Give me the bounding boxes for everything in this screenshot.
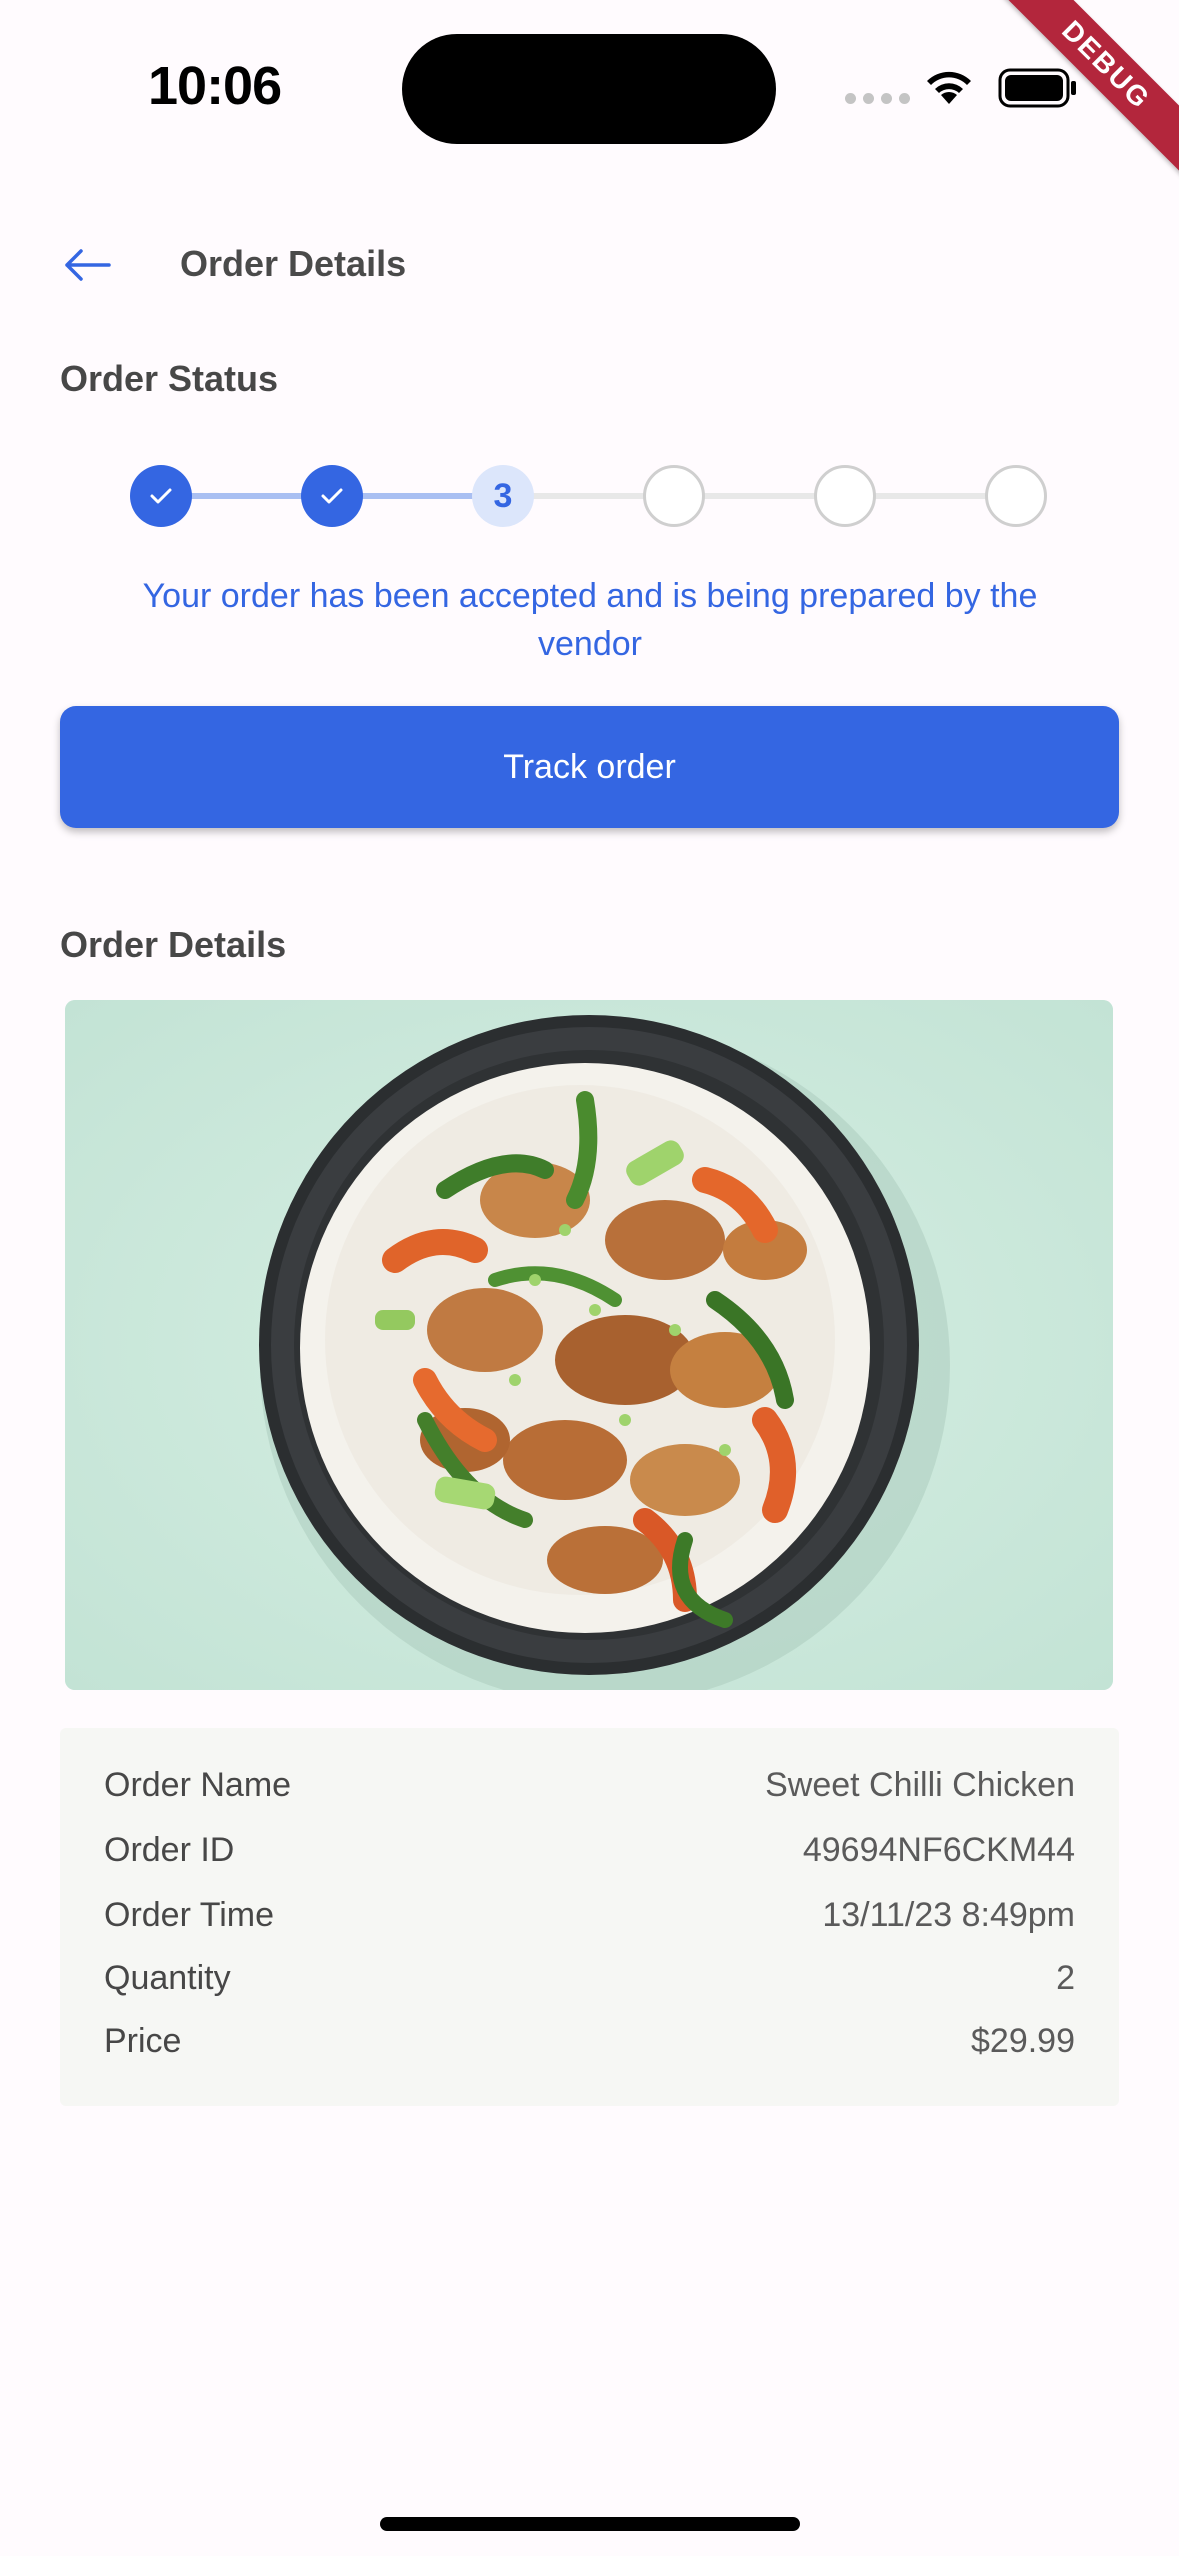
order-status-message: Your order has been accepted and is bein… (142, 577, 1038, 663)
track-order-button[interactable]: Track order (60, 706, 1119, 828)
checkmark-icon (150, 488, 172, 504)
detail-value: $29.99 (971, 2022, 1075, 2060)
wifi-icon (927, 71, 971, 104)
battery-icon (998, 68, 1076, 108)
detail-value: 49694NF6CKM44 (802, 1831, 1075, 1869)
food-image (65, 1000, 1113, 1690)
status-time: 10:06 (148, 56, 282, 116)
step-3-current: 3 (472, 465, 534, 527)
home-indicator[interactable] (380, 2517, 800, 2531)
step-1-complete (130, 465, 192, 527)
detail-value: 2 (1056, 1959, 1075, 1997)
detail-row-price: Price $29.99 (104, 2022, 1075, 2061)
detail-row-order-name: Order Name Sweet Chilli Chicken (104, 1766, 1075, 1805)
order-status-heading: Order Status (60, 358, 279, 399)
detail-label: Quantity (104, 1959, 231, 1997)
cellular-signal-icon (845, 93, 910, 104)
detail-row-order-id: Order ID 49694NF6CKM44 (104, 1831, 1075, 1870)
order-progress-stepper: 3 (130, 465, 1050, 527)
status-bar: 10:06 DEBUG (0, 0, 1179, 177)
detail-label: Order Name (104, 1766, 292, 1804)
step-6-pending (985, 465, 1047, 527)
order-details-heading: Order Details (60, 924, 287, 965)
detail-value: 13/11/23 8:49pm (822, 1896, 1075, 1934)
back-button[interactable] (58, 235, 118, 295)
step-4-pending (643, 465, 705, 527)
step-2-complete (301, 465, 363, 527)
detail-label: Order Time (104, 1896, 275, 1934)
detail-row-order-time: Order Time 13/11/23 8:49pm (104, 1896, 1075, 1935)
app-bar: Order Details (0, 215, 1179, 315)
arrow-left-icon (65, 249, 111, 281)
order-details-card: Order Name Sweet Chilli Chicken Order ID… (60, 1728, 1119, 2106)
detail-label: Order ID (104, 1831, 235, 1869)
dynamic-island (402, 34, 776, 144)
page-title: Order Details (180, 243, 407, 284)
checkmark-icon (321, 488, 343, 504)
step-5-pending (814, 465, 876, 527)
detail-value: Sweet Chilli Chicken (765, 1766, 1075, 1804)
detail-label: Price (104, 2022, 182, 2060)
detail-row-quantity: Quantity 2 (104, 1959, 1075, 1998)
